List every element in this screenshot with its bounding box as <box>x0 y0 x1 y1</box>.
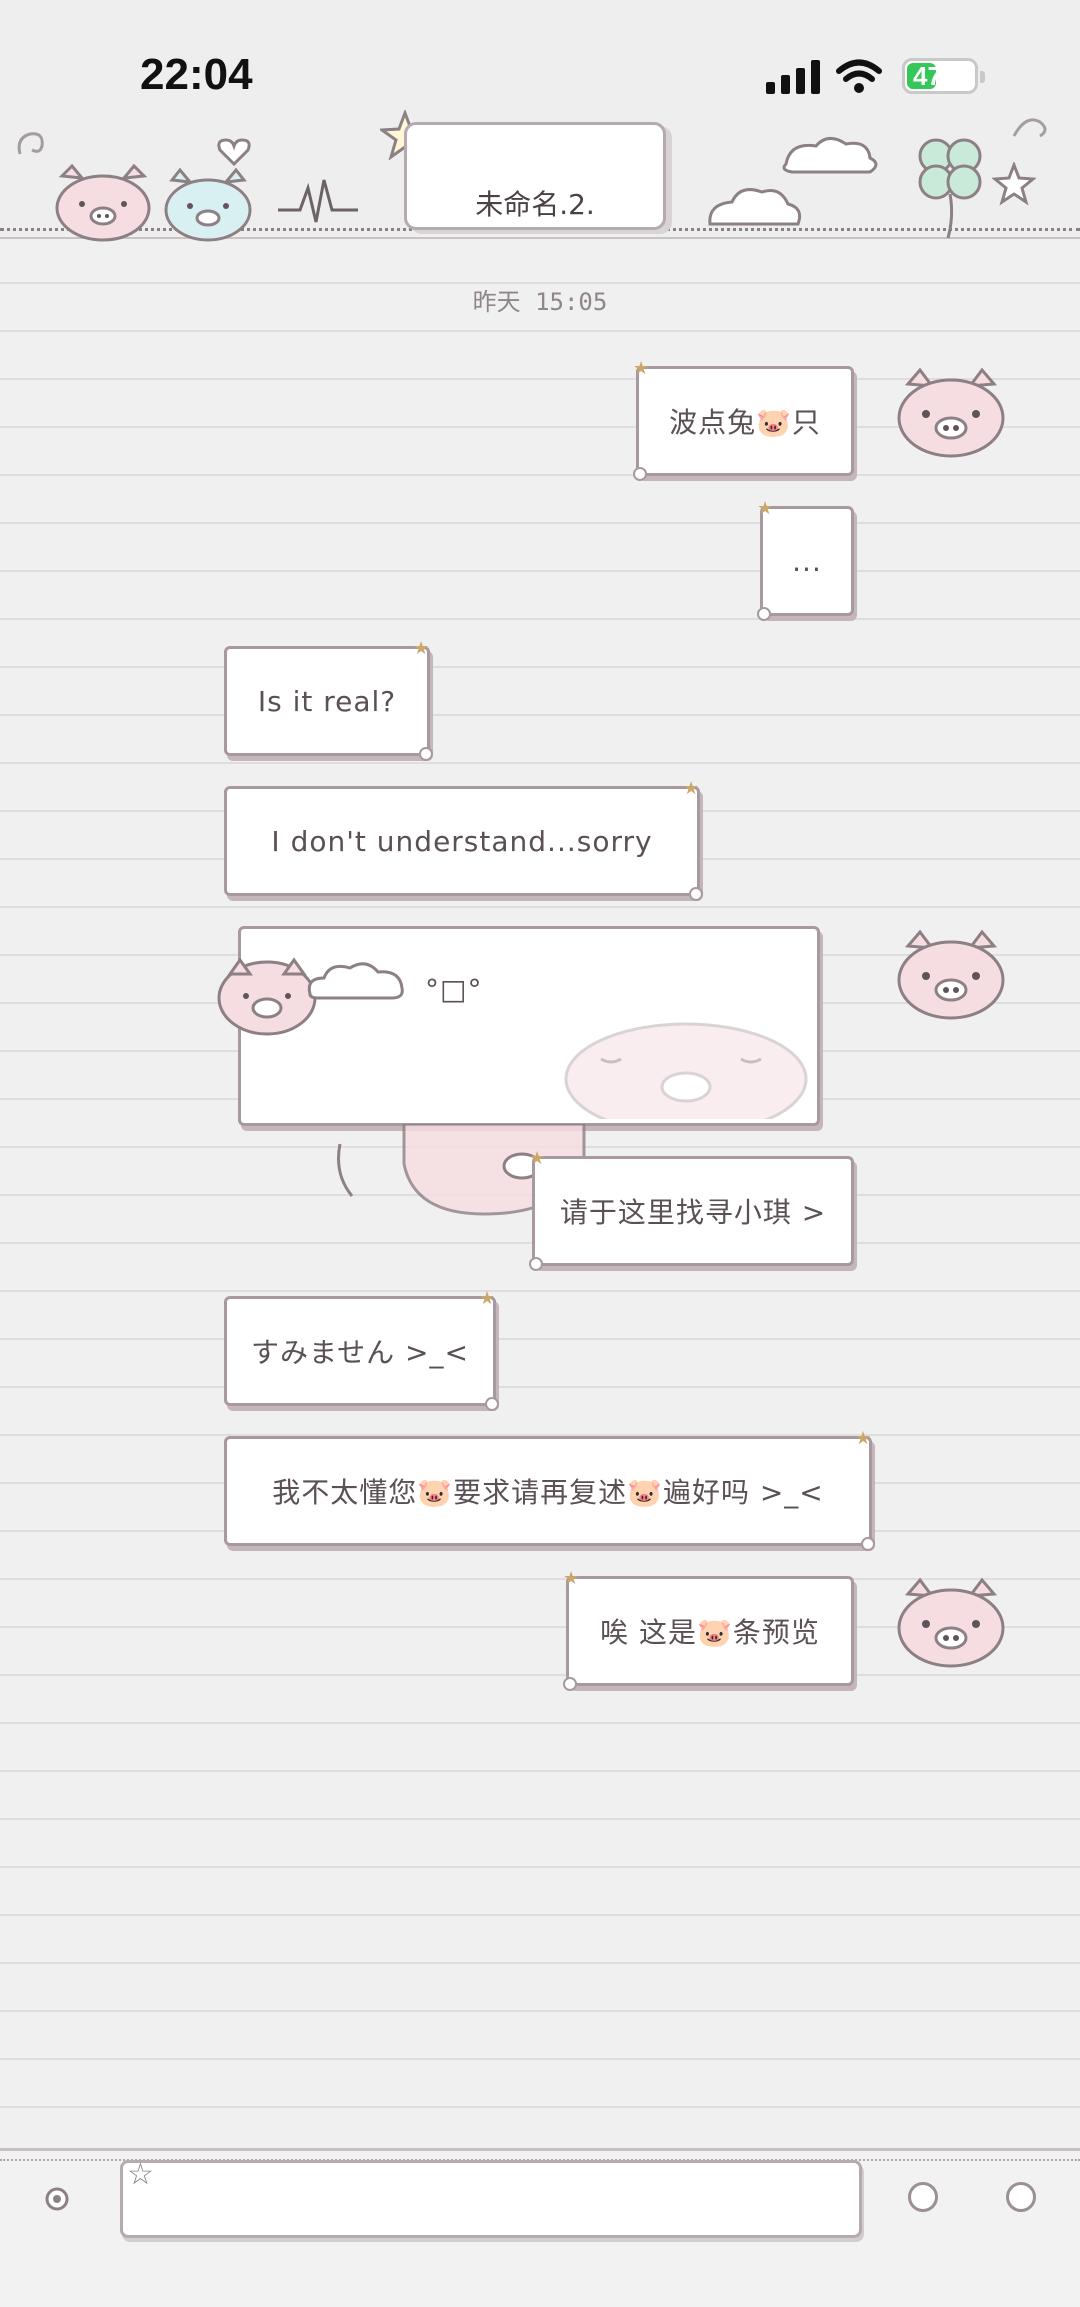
message-bubble-incoming[interactable]: ★ すみません >_< <box>224 1289 499 1411</box>
message-bubble-incoming[interactable]: ★ I don't understand...sorry <box>224 779 703 901</box>
swirl-decoration-icon <box>17 132 44 155</box>
blue-pig-icon <box>164 167 252 242</box>
dot-icon <box>485 1397 499 1411</box>
message-bubble-outgoing[interactable]: ★ 唉 这是🐷条预览 <box>563 1569 854 1691</box>
star-icon <box>992 162 1036 206</box>
message-bubble-outgoing[interactable]: ★ 请于这里找寻小琪 > <box>529 1149 854 1271</box>
message-bubble-outgoing[interactable]: ★ 波点兔🐷只 <box>633 359 854 481</box>
dot-icon <box>529 1257 543 1271</box>
voice-icon[interactable] <box>44 2184 70 2214</box>
battery-level: 47 <box>913 61 942 91</box>
battery-cap <box>980 71 985 83</box>
message-text: °□° <box>425 973 483 1006</box>
star-icon: ★ <box>683 778 701 799</box>
clover-icon <box>918 138 982 239</box>
message-input[interactable]: ☆ <box>120 2157 862 2238</box>
pig-avatar-icon[interactable] <box>892 924 1010 1024</box>
message-text: I don't understand...sorry <box>271 824 653 858</box>
star-icon: ★ <box>563 1568 581 1589</box>
chat-timestamp: 昨天 15:05 <box>472 288 608 316</box>
emoji-icon[interactable] <box>908 2182 938 2212</box>
pink-pig-icon <box>55 163 151 242</box>
star-icon: ★ <box>413 638 431 659</box>
pig-avatar-icon[interactable] <box>892 1572 1010 1672</box>
message-text: 波点兔🐷只 <box>669 406 821 439</box>
message-text: 我不太懂您🐷要求请再复述🐷遍好吗 >_< <box>272 1476 824 1509</box>
message-text: すみません >_< <box>251 1336 469 1369</box>
status-time: 22:04 <box>140 50 253 99</box>
signal-icon <box>766 60 820 94</box>
add-icon[interactable] <box>1006 2182 1036 2212</box>
large-pig-icon <box>564 1022 808 1119</box>
chat-title: 未命名.2. <box>475 188 595 221</box>
star-icon: ★ <box>529 1148 547 1169</box>
dot-icon <box>563 1677 577 1691</box>
message-bubble-incoming[interactable]: ★ Is it real? <box>224 639 433 761</box>
chat-title-box[interactable]: 未命名.2. <box>404 122 666 230</box>
message-text: 请于这里找寻小琪 > <box>559 1196 827 1229</box>
chat-header: 未命名.2. <box>0 110 1080 242</box>
cloud-icon <box>307 962 404 1000</box>
cloud-icon <box>708 137 878 226</box>
star-icon: ★ <box>479 1288 497 1309</box>
star-icon: ★ <box>757 498 775 519</box>
pig-avatar-icon[interactable] <box>892 362 1010 462</box>
dot-icon <box>689 887 703 901</box>
message-text: 唉 这是🐷条预览 <box>600 1616 820 1649</box>
swirl-decoration-icon <box>1012 118 1047 138</box>
message-bubble-incoming[interactable]: ★ 我不太懂您🐷要求请再复述🐷遍好吗 >_< <box>224 1429 875 1551</box>
dot-icon <box>861 1537 875 1551</box>
wifi-icon <box>836 59 882 93</box>
message-bubble-outgoing[interactable]: ★ ... <box>757 499 854 621</box>
status-bar: 22:04 47 <box>0 0 1080 110</box>
message-text: Is it real? <box>257 684 397 718</box>
heartbeat-line-icon <box>278 179 358 223</box>
heart-icon <box>217 138 251 167</box>
battery-icon: 47 <box>902 58 985 94</box>
message-text: ... <box>792 544 822 578</box>
star-icon: ☆ <box>127 2157 154 2192</box>
star-icon: ★ <box>633 358 651 379</box>
dot-icon <box>633 467 647 481</box>
dot-icon <box>757 607 771 621</box>
star-icon: ★ <box>855 1428 873 1449</box>
dot-icon <box>419 747 433 761</box>
